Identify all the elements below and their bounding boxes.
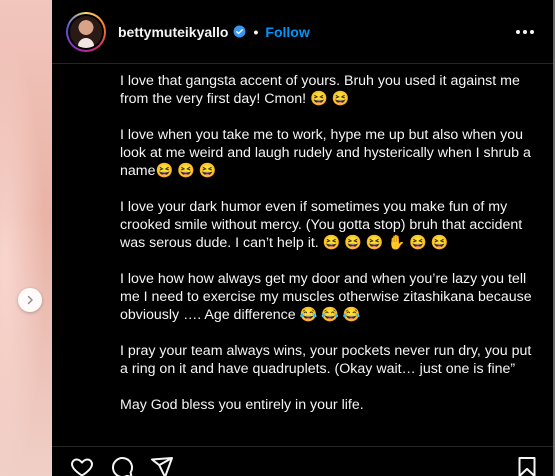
action-bar: [52, 446, 553, 476]
avatar-photo: [70, 15, 102, 48]
caption-paragraph: I love how how always get my door and wh…: [120, 271, 532, 323]
more-options-icon: [516, 30, 534, 34]
heart-icon: [71, 458, 93, 476]
save-button[interactable]: [515, 455, 539, 476]
share-icon: [151, 457, 173, 476]
avatar[interactable]: [66, 11, 106, 52]
bookmark-icon: [518, 457, 536, 476]
caption-paragraph: I love that gangsta accent of yours. Bru…: [120, 73, 520, 107]
post-header: bettymuteikyallo • Follow: [52, 0, 553, 64]
username[interactable]: bettymuteikyallo: [118, 24, 228, 40]
post-caption: I love that gangsta accent of yours. Bru…: [120, 72, 540, 432]
caption-paragraph: I love when you take me to work, hype me…: [120, 127, 531, 179]
comment-icon: [112, 457, 133, 476]
caption-paragraph: I pray your team always wins, your pocke…: [120, 343, 532, 377]
previous-media-preview: [0, 0, 52, 476]
share-button[interactable]: [150, 455, 174, 476]
media-blur: [0, 0, 52, 476]
verified-badge-icon: [234, 25, 246, 38]
post-panel: bettymuteikyallo • Follow I love that ga…: [52, 0, 553, 476]
chevron-right-icon: [27, 295, 33, 305]
next-post-button[interactable]: [18, 288, 42, 312]
comment-button[interactable]: [110, 455, 134, 476]
follow-button[interactable]: Follow: [265, 24, 309, 40]
caption-paragraph: I love your dark humor even if sometimes…: [120, 199, 523, 251]
more-options-button[interactable]: [515, 22, 535, 42]
separator-dot: •: [253, 23, 259, 40]
caption-paragraph: May God bless you entirely in your life.: [120, 397, 364, 413]
like-button[interactable]: [70, 455, 94, 476]
